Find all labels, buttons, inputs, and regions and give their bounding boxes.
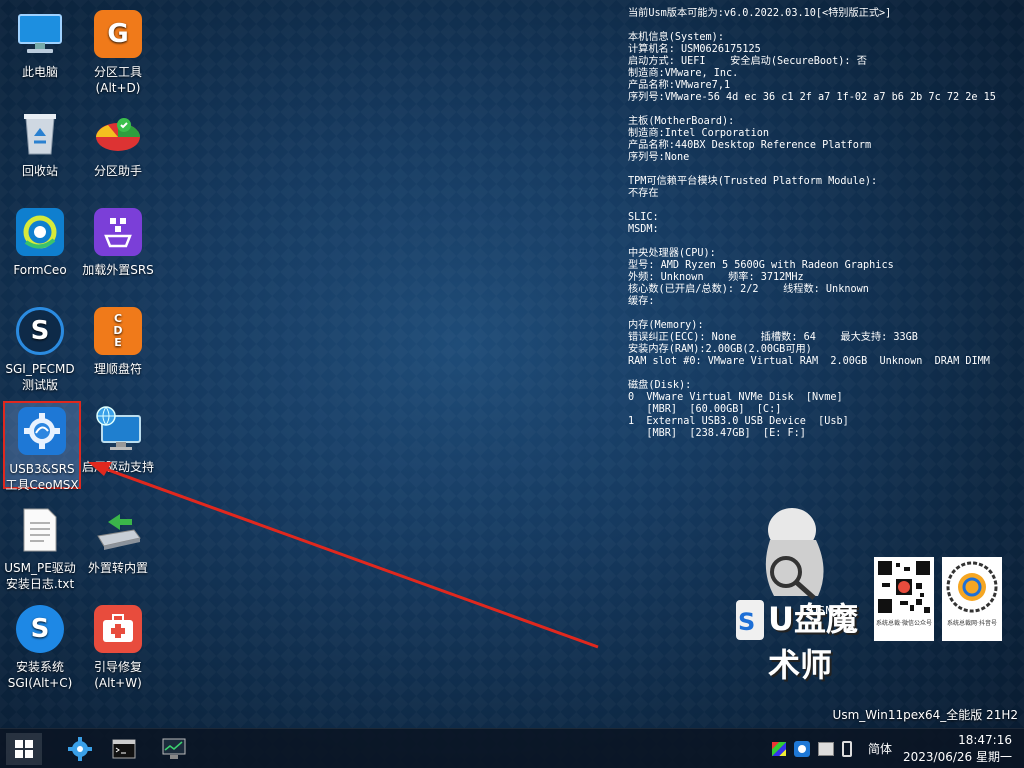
sysinfo-line: MSDM: (628, 224, 659, 235)
desktop-icon-usb3-srs[interactable]: USB3&SRS 工具CeoMSX (3, 401, 81, 492)
formceo-icon (16, 208, 64, 256)
sysinfo-line: 型号: AMD Ryzen 5 5600G with Radeon Graphi… (628, 260, 894, 271)
logo-sub: USM (810, 604, 835, 617)
computer-icon (16, 10, 64, 58)
sysinfo-line: TPM可信赖平台模块(Trusted Platform Module): (628, 176, 878, 187)
sysinfo-line: 序列号:None (628, 152, 690, 163)
sysinfo-line: RAM slot #0: VMware Virtual RAM 2.00GB U… (628, 356, 990, 367)
taskbar-task-manager-button[interactable] (156, 733, 192, 765)
pe-version-label: Usm_Win11pex64_全能版 21H2 (832, 708, 1018, 722)
monitor-chart-icon (162, 738, 186, 759)
desktop-icon-partition-tool[interactable]: G 分区工具 (Alt+D) (79, 6, 157, 96)
sysinfo-line: 安装内存(RAM):2.00GB(2.00GB可用) (628, 344, 812, 355)
taskbar-cmd-button[interactable] (106, 733, 142, 765)
usm-tray-icon[interactable] (794, 741, 810, 757)
usb-eject-icon[interactable] (842, 741, 852, 757)
qr-code-douyin: 系统总裁网·抖音号 (942, 557, 1002, 641)
sysinfo-line: 制造商:Intel Corporation (628, 128, 769, 139)
qr-caption-wechat: 系统总裁·微信公众号 (876, 620, 932, 627)
sysinfo-line: 缓存: (628, 296, 655, 307)
svg-text:S: S (738, 608, 755, 636)
taskbar-clock[interactable]: 18:47:16 2023/06/26 星期一 (903, 732, 1012, 766)
taskbar: 简体 18:47:16 2023/06/26 星期一 (0, 728, 1024, 768)
sysinfo-line (628, 164, 996, 176)
desktop-icon-this-pc[interactable]: 此电脑 (1, 6, 79, 80)
sysinfo-line: 计算机名: USM0626175125 (628, 44, 761, 55)
clock-date: 2023/06/26 星期一 (903, 750, 1012, 764)
windows-logo-icon (15, 740, 33, 758)
desktop-icon-drive-letters[interactable]: CDE 理顺盘符 (79, 303, 157, 377)
terminal-icon (112, 739, 136, 759)
partition-assistant-icon (94, 109, 142, 157)
sgi-icon: S (16, 307, 64, 355)
sysinfo-line: 磁盘(Disk): (628, 380, 692, 391)
sysinfo-line (628, 308, 996, 320)
clock-time: 18:47:16 (958, 733, 1012, 747)
usb-icon (94, 208, 142, 256)
input-language-indicator[interactable]: 简体 (868, 740, 892, 757)
desktop-icon-formceo[interactable]: FormCeo (1, 204, 79, 278)
sysinfo-line (628, 104, 996, 116)
sysinfo-line: 序列号:VMware-56 4d ec 36 c1 2f a7 1f-02 a7… (628, 92, 996, 103)
sysinfo-line: 外频: Unknown 频率: 3712MHz (628, 272, 804, 283)
sysinfo-line: 1 External USB3.0 USB Device [Usb] (628, 416, 849, 427)
text-file-icon (16, 506, 64, 554)
sysinfo-line: 核心数(已开启/总数): 2/2 线程数: Unknown (628, 284, 869, 295)
sysinfo-line: [MBR] [60.00GB] [C:] (628, 404, 782, 415)
sysinfo-line (628, 236, 996, 248)
taskbar-explorer-button[interactable] (62, 733, 98, 765)
start-button[interactable] (6, 733, 42, 765)
sysinfo-line: 产品名称:VMware7,1 (628, 80, 731, 91)
desktop-icon-load-srs[interactable]: 加载外置SRS (79, 204, 157, 278)
desktop-icon-recycle-bin[interactable]: 回收站 (1, 105, 79, 179)
desktop-icon-enable-drivers[interactable]: 启用驱动支持 (79, 401, 157, 475)
diskgenius-icon: G (94, 10, 142, 58)
sysinfo-line: 内存(Memory): (628, 320, 704, 331)
desktop-icon-log-txt[interactable]: USM_PE驱动 安装日志.txt (1, 502, 79, 592)
usm-mascot-logo: S U盘魔术师 USM (730, 500, 870, 684)
sgi-icon: S (16, 605, 64, 653)
sysinfo-line: 当前Usm版本可能为:v6.0.2022.03.10[<特别版正式>] (628, 8, 892, 19)
qr-code-wechat: 系统总裁·微信公众号 (874, 557, 934, 641)
gear-cube-icon (68, 737, 92, 761)
desktop-icon-partition-assistant[interactable]: 分区助手 (79, 105, 157, 179)
sysinfo-line: 0 VMware Virtual NVMe Disk [Nvme] (628, 392, 843, 403)
system-tray (772, 739, 860, 759)
sysinfo-line: 错误纠正(ECC): None 插槽数: 64 最大支持: 33GB (628, 332, 918, 343)
desktop-icon-boot-repair[interactable]: 引导修复 (Alt+W) (79, 601, 157, 691)
sysinfo-line: [MBR] [238.47GB] [E: F:] (628, 428, 806, 439)
arrow-drive-icon (94, 506, 142, 554)
qr-caption-douyin: 系统总裁网·抖音号 (947, 620, 997, 627)
sysinfo-line: SLIC: (628, 212, 659, 223)
desktop-icon-sgi-pecmd[interactable]: S SGI_PECMD 测试版 (1, 303, 79, 393)
first-aid-icon (94, 605, 142, 653)
sysinfo-line (628, 20, 996, 32)
sysinfo-line: 产品名称:440BX Desktop Reference Platform (628, 140, 872, 151)
gear-icon (18, 407, 66, 455)
system-info-panel: 当前Usm版本可能为:v6.0.2022.03.10[<特别版正式>] 本机信息… (628, 8, 996, 440)
sysinfo-line: 主板(MotherBoard): (628, 116, 735, 127)
globe-monitor-icon (94, 405, 142, 453)
desktop-icon-external-to-internal[interactable]: 外置转内置 (79, 502, 157, 576)
sysinfo-line: 制造商:VMware, Inc. (628, 68, 739, 79)
drive-letters-icon: CDE (94, 307, 142, 355)
sysinfo-line: 启动方式: UEFI 安全启动(SecureBoot): 否 (628, 56, 867, 67)
sysinfo-line: 中央处理器(CPU): (628, 248, 716, 259)
sysinfo-line (628, 200, 996, 212)
recycle-bin-icon (16, 109, 64, 157)
sysinfo-line: 不存在 (628, 188, 659, 199)
display-settings-icon[interactable] (772, 742, 786, 756)
network-icon[interactable] (818, 742, 834, 756)
sysinfo-line (628, 368, 996, 380)
desktop-icon-install-system[interactable]: S 安装系统 SGI(Alt+C) (1, 601, 79, 691)
sysinfo-line: 本机信息(System): (628, 32, 724, 43)
